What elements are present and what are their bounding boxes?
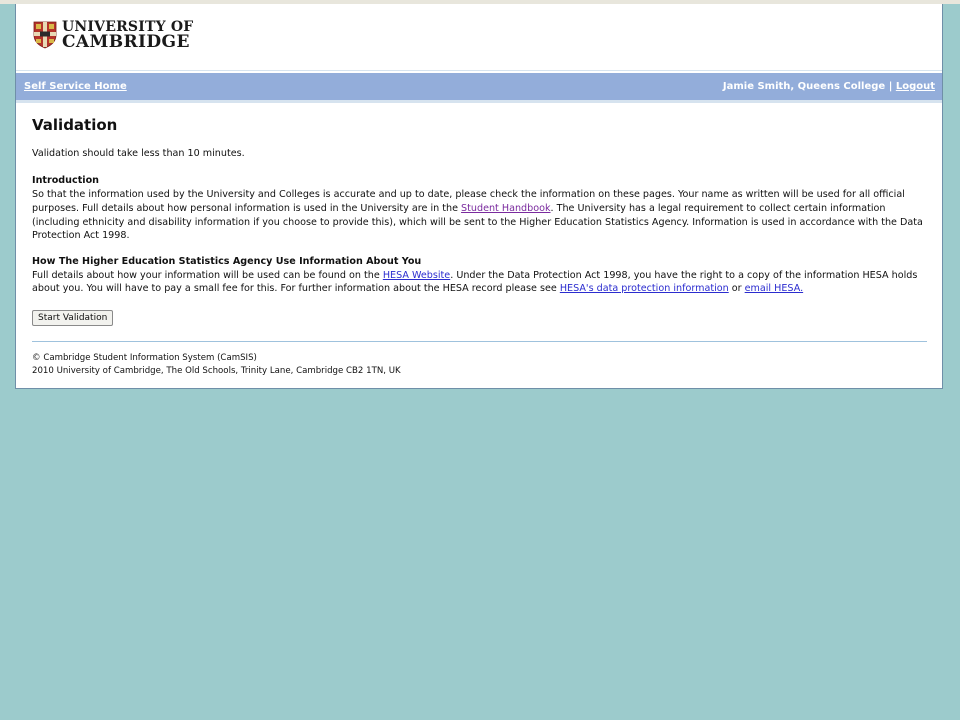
page-container: UNIVERSITY OF CAMBRIDGE Self Service Hom… — [15, 4, 943, 389]
site-header: UNIVERSITY OF CAMBRIDGE — [16, 4, 942, 70]
logo-text: UNIVERSITY OF CAMBRIDGE — [62, 20, 193, 52]
email-hesa-link[interactable]: email HESA. — [745, 283, 804, 294]
university-logo[interactable]: UNIVERSITY OF CAMBRIDGE — [33, 20, 193, 52]
cambridge-crest-icon — [33, 21, 57, 49]
navigation-bar: Self Service Home Jamie Smith, Queens Co… — [16, 73, 942, 103]
intro-text: Validation should take less than 10 minu… — [32, 147, 245, 159]
user-info: Jamie Smith, Queens College | — [722, 81, 893, 92]
introduction-paragraph: So that the information used by the Univ… — [32, 188, 927, 243]
footer-address: 2010 University of Cambridge, The Old Sc… — [32, 366, 401, 377]
hesa-paragraph: Full details about how your information … — [32, 269, 927, 296]
header-divider — [16, 70, 942, 71]
main-content: Validation Validation should take less t… — [16, 103, 942, 378]
page-title: Validation — [32, 116, 118, 134]
hesa-website-link[interactable]: HESA Website — [383, 270, 450, 281]
hesa-text-1: Full details about how your information … — [32, 269, 383, 281]
start-validation-button[interactable]: Start Validation — [32, 310, 114, 327]
self-service-home-link[interactable]: Self Service Home — [24, 81, 127, 92]
footer: © Cambridge Student Information System (… — [32, 352, 927, 378]
student-handbook-link[interactable]: Student Handbook — [461, 203, 550, 214]
hesa-heading: How The Higher Education Statistics Agen… — [32, 255, 422, 267]
footer-divider — [32, 341, 927, 343]
introduction-heading: Introduction — [32, 175, 99, 187]
hesa-text-3: or — [728, 283, 745, 295]
logo-line2: CAMBRIDGE — [62, 32, 190, 52]
hesa-data-protection-link[interactable]: HESA's data protection information — [560, 283, 729, 294]
footer-copyright: © Cambridge Student Information System (… — [32, 353, 257, 364]
logout-link[interactable]: Logout — [896, 81, 935, 92]
